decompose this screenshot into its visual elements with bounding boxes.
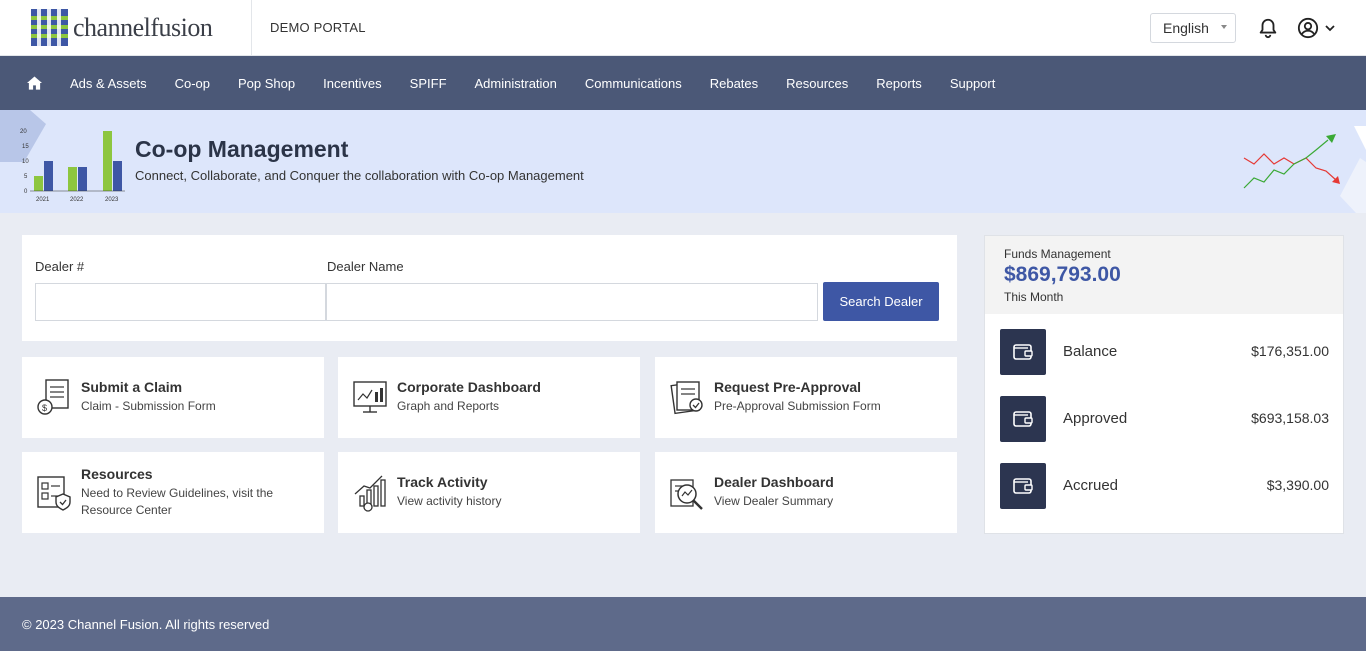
banner-decor-shape bbox=[0, 110, 46, 162]
chart-tick: 20 bbox=[20, 129, 27, 135]
nav-item-co-op[interactable]: Co-op bbox=[161, 76, 224, 91]
bell-icon[interactable] bbox=[1257, 17, 1279, 39]
svg-text:$: $ bbox=[42, 403, 47, 413]
dashboard-monitor-icon bbox=[353, 381, 387, 413]
home-icon[interactable] bbox=[27, 76, 42, 90]
trend-arrows-illustration bbox=[1243, 126, 1366, 213]
dealer-number-input[interactable] bbox=[35, 283, 326, 321]
user-menu[interactable] bbox=[1297, 16, 1339, 40]
fund-value: $693,158.03 bbox=[1251, 410, 1329, 426]
fund-value: $3,390.00 bbox=[1266, 477, 1329, 493]
top-header: channelfusion DEMO PORTAL English bbox=[0, 0, 1366, 56]
fund-row-accrued: Accrued $3,390.00 bbox=[1000, 463, 1329, 509]
nav-item-reports[interactable]: Reports bbox=[862, 76, 936, 91]
fund-row-balance: Balance $176,351.00 bbox=[1000, 329, 1329, 375]
resources-tile[interactable]: Resources Need to Review Guidelines, vis… bbox=[22, 452, 324, 533]
logo-grid-icon bbox=[31, 9, 68, 46]
chart-bar bbox=[113, 161, 122, 191]
page-title: Co-op Management bbox=[135, 136, 349, 162]
page-subtitle: Connect, Collaborate, and Conquer the co… bbox=[135, 168, 584, 183]
wallet-icon bbox=[1000, 396, 1046, 442]
guidelines-document-icon bbox=[37, 476, 71, 511]
portal-label: DEMO PORTAL bbox=[270, 20, 366, 35]
nav-item-support[interactable]: Support bbox=[936, 76, 1010, 91]
user-circle-icon bbox=[1297, 17, 1319, 39]
claim-form-icon: $ bbox=[37, 379, 69, 415]
tile-subtitle: Pre-Approval Submission Form bbox=[714, 399, 881, 413]
nav-item-spiff[interactable]: SPIFF bbox=[396, 76, 461, 91]
dealer-number-label: Dealer # bbox=[35, 259, 85, 274]
activity-chart-icon bbox=[354, 475, 386, 512]
chart-tick: 5 bbox=[24, 174, 28, 180]
nav-item-rebates[interactable]: Rebates bbox=[696, 76, 772, 91]
fund-value: $176,351.00 bbox=[1251, 343, 1329, 359]
track-activity-tile[interactable]: Track Activity View activity history bbox=[338, 452, 640, 533]
dealer-dashboard-tile[interactable]: Dealer Dashboard View Dealer Summary bbox=[655, 452, 957, 533]
nav-item-ads-assets[interactable]: Ads & Assets bbox=[56, 76, 161, 91]
language-select[interactable]: English bbox=[1150, 13, 1236, 43]
logo-text: channelfusion bbox=[73, 12, 213, 42]
chart-tick: 10 bbox=[22, 159, 29, 165]
tile-subtitle: View activity history bbox=[397, 494, 502, 508]
tile-title: Resources bbox=[81, 466, 153, 482]
tile-subtitle: View Dealer Summary bbox=[714, 494, 834, 508]
approval-document-icon bbox=[670, 381, 703, 415]
page-banner: 20 15 10 5 0 2021 2022 2023 Co-op Manage… bbox=[0, 110, 1366, 213]
chart-bar bbox=[78, 167, 87, 191]
chart-year: 2022 bbox=[70, 197, 84, 203]
nav-item-incentives[interactable]: Incentives bbox=[309, 76, 396, 91]
funds-summary: Funds Management $869,793.00 This Month bbox=[985, 236, 1343, 314]
request-pre-approval-tile[interactable]: Request Pre-Approval Pre-Approval Submis… bbox=[655, 357, 957, 438]
funds-period: This Month bbox=[1004, 290, 1064, 304]
page-footer: © 2023 Channel Fusion. All rights reserv… bbox=[0, 597, 1366, 651]
fund-name: Approved bbox=[1063, 410, 1128, 427]
chart-bar bbox=[68, 167, 77, 191]
copyright-text: © 2023 Channel Fusion. All rights reserv… bbox=[22, 616, 270, 632]
brand-logo[interactable]: channelfusion bbox=[0, 0, 252, 56]
tile-subtitle: Need to Review Guidelines, visit the Res… bbox=[81, 486, 274, 517]
dealer-search-icon bbox=[670, 479, 703, 510]
nav-item-communications[interactable]: Communications bbox=[571, 76, 696, 91]
chart-year: 2023 bbox=[105, 197, 119, 203]
tile-title: Submit a Claim bbox=[81, 379, 183, 395]
tile-title: Request Pre-Approval bbox=[714, 379, 862, 395]
nav-item-administration[interactable]: Administration bbox=[461, 76, 571, 91]
fund-name: Balance bbox=[1063, 343, 1118, 360]
chart-bar bbox=[34, 176, 43, 191]
funds-total-amount: $869,793.00 bbox=[1004, 263, 1121, 286]
dealer-name-input[interactable] bbox=[326, 283, 818, 321]
chart-bar bbox=[44, 161, 53, 191]
main-nav: Ads & Assets Co-op Pop Shop Incentives S… bbox=[0, 56, 1366, 110]
caret-down-icon bbox=[1221, 25, 1227, 29]
chart-tick: 15 bbox=[22, 144, 29, 150]
funds-management-panel: Funds Management $869,793.00 This Month … bbox=[984, 235, 1344, 534]
dealer-name-label: Dealer Name bbox=[327, 259, 404, 274]
tile-title: Dealer Dashboard bbox=[714, 474, 834, 490]
chart-tick: 0 bbox=[24, 189, 28, 195]
dealer-search-card: Dealer # Dealer Name Search Dealer bbox=[22, 235, 957, 341]
nav-item-resources[interactable]: Resources bbox=[772, 76, 862, 91]
fund-row-approved: Approved $693,158.03 bbox=[1000, 396, 1329, 442]
tile-title: Corporate Dashboard bbox=[397, 379, 541, 395]
bar-chart-illustration: 20 15 10 5 0 2021 2022 2023 bbox=[0, 110, 125, 203]
chevron-down-icon bbox=[1325, 25, 1335, 32]
wallet-icon bbox=[1000, 329, 1046, 375]
nav-item-pop-shop[interactable]: Pop Shop bbox=[224, 76, 309, 91]
tile-title: Track Activity bbox=[397, 474, 488, 490]
corporate-dashboard-tile[interactable]: Corporate Dashboard Graph and Reports bbox=[338, 357, 640, 438]
funds-label: Funds Management bbox=[1004, 247, 1111, 261]
fund-name: Accrued bbox=[1063, 477, 1119, 494]
wallet-icon bbox=[1000, 463, 1046, 509]
tile-subtitle: Graph and Reports bbox=[397, 399, 500, 413]
submit-claim-tile[interactable]: $ Submit a Claim Claim - Submission Form bbox=[22, 357, 324, 438]
tile-subtitle: Claim - Submission Form bbox=[81, 399, 216, 413]
search-dealer-button[interactable]: Search Dealer bbox=[823, 282, 939, 321]
language-value: English bbox=[1163, 20, 1209, 36]
chart-bar bbox=[103, 131, 112, 191]
chart-year: 2021 bbox=[36, 197, 50, 203]
